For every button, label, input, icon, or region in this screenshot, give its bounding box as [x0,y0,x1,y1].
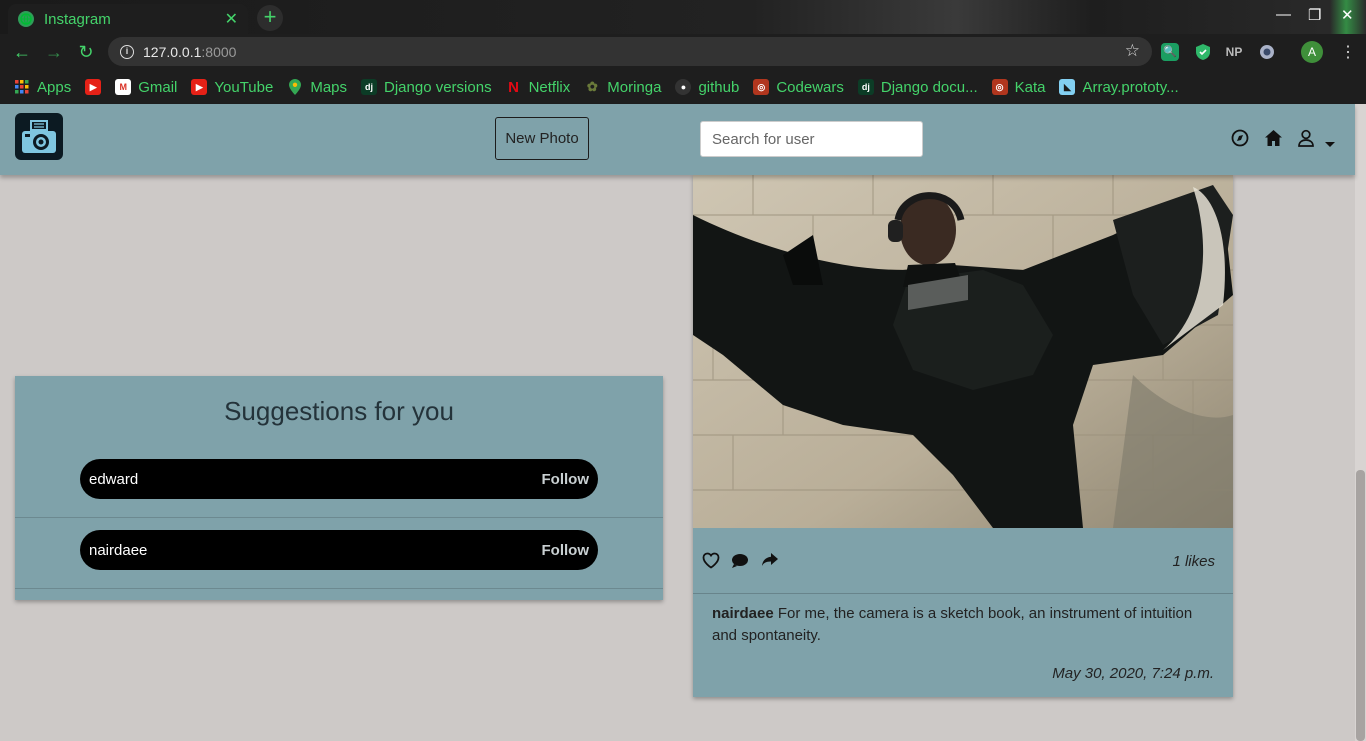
circle-extension-icon[interactable] [1258,43,1276,61]
caption-text: For me, the camera is a sketch book, an … [712,605,1193,644]
minimize-icon[interactable]: — [1276,6,1291,23]
suggested-username[interactable]: edward [89,471,138,488]
post-date: May 30, 2020, 7:24 p.m. [1052,665,1214,682]
bookmark-label: Kata [1014,78,1046,96]
apps-grid-icon [14,79,30,95]
youtube-icon: ▶ [85,79,102,95]
suggestion-row: edward Follow [15,447,663,518]
bookmark-apps[interactable]: Apps [14,79,71,96]
post-caption: nairdaee For me, the camera is a sketch … [712,603,1217,647]
post-author[interactable]: nairdaee [712,605,774,622]
profile-avatar[interactable]: A [1301,41,1323,63]
bookmark-label: Moringa [607,78,662,96]
url-host: 127.0.0.1 [143,43,202,60]
close-tab-icon[interactable]: ✕ [225,9,238,29]
suggestion-row: nairdaee Follow [15,518,663,589]
post-actions-bar: 1 likes [693,528,1233,594]
suggestions-card: Suggestions for you edward Follow nairda… [15,376,663,600]
bookmark-label: Maps [310,78,348,96]
tab-title: Instagram [44,10,111,28]
bookmark-codewars[interactable]: ◎ Codewars [753,79,844,96]
suggestion-pill: nairdaee Follow [80,530,598,570]
site-info-icon[interactable]: i [120,44,134,59]
search-input[interactable] [700,121,923,157]
bookmark-github[interactable]: ● github [675,79,739,96]
heart-icon[interactable] [702,552,720,570]
mdn-icon: ◣ [1059,79,1076,95]
reload-icon[interactable]: ↻ [74,40,98,64]
chevron-down-icon[interactable] [1325,135,1345,155]
grammarly-extension-icon[interactable]: 🔍 [1161,43,1179,61]
bookmark-label: Django docu... [880,78,978,96]
suggested-username[interactable]: nairdaee [89,542,147,559]
bookmark-label: Gmail [138,78,178,96]
suggestions-title: Suggestions for you [224,396,454,426]
bookmark-gmail[interactable]: M Gmail [115,79,177,96]
codewars-icon: ◎ [753,79,770,95]
url-text: 127.0.0.1:8000 [143,44,236,60]
scrollbar-thumb[interactable] [1356,470,1365,741]
shield-extension-icon[interactable] [1194,43,1212,61]
bookmark-label: Apps [37,78,72,96]
bookmark-label: YouTube [214,78,274,96]
bookmark-array-prototype[interactable]: ◣ Array.prototy... [1059,78,1179,96]
django-icon: dj [361,79,378,95]
post-card: 1 likes nairdaee For me, the camera is a… [693,175,1233,697]
moringa-icon: ✿ [586,79,598,94]
github-icon: ● [675,79,692,95]
follow-button[interactable]: Follow [542,542,590,559]
bookmark-youtube[interactable]: ▶ YouTube [191,79,273,96]
follow-button[interactable]: Follow [542,471,590,488]
bookmark-label: Django versions [384,78,492,96]
bookmark-youtube-shortcut[interactable]: ▶ [85,79,102,95]
back-arrow-icon[interactable]: ← [10,40,34,64]
bookmark-django-docs[interactable]: dj Django docu... [857,78,978,96]
browser-toolbar: ← → ↻ i 127.0.0.1:8000 ☆ 🔍 NP A ⋮ [0,34,1366,70]
bookmark-django-versions[interactable]: dj Django versions [361,79,492,96]
post-photo[interactable] [693,175,1233,528]
new-photo-button[interactable]: New Photo [495,117,589,160]
likes-count: 1 likes [1172,553,1215,570]
suggestion-pill: edward Follow [80,459,598,499]
maps-icon [287,79,303,95]
forward-arrow-icon[interactable]: → [42,40,66,64]
netflix-icon: N [508,78,519,96]
url-port: :8000 [201,43,237,60]
bookmark-star-icon[interactable]: ☆ [1125,41,1140,61]
comment-icon[interactable] [731,552,749,570]
django-icon: dj [857,79,874,95]
bookmark-netflix[interactable]: N Netflix [506,78,571,96]
browser-tab-strip: Instagram ✕ + — ❐ ✕ [0,0,1366,104]
maximize-icon[interactable]: ❐ [1308,6,1321,24]
menu-kebab-icon[interactable]: ⋮ [1340,42,1356,62]
address-bar[interactable]: i 127.0.0.1:8000 ☆ [108,37,1152,66]
bookmark-label: Array.prototy... [1082,78,1179,96]
compass-icon[interactable] [1231,129,1251,149]
bookmarks-bar: Apps ▶ M Gmail ▶ YouTube Maps dj Django … [0,70,1366,104]
camera-logo-icon[interactable] [15,113,63,160]
share-icon[interactable] [761,552,779,570]
user-icon[interactable] [1297,129,1317,149]
codewars-icon: ◎ [991,79,1008,95]
bookmark-label: Netflix [528,78,571,96]
youtube-icon: ▶ [191,79,208,95]
globe-icon [18,11,34,27]
bookmark-label: github [698,78,740,96]
bookmark-maps[interactable]: Maps [287,79,347,96]
gmail-icon: M [115,79,132,95]
new-tab-button[interactable]: + [257,5,283,31]
window-close-icon[interactable]: ✕ [1341,6,1354,24]
np-extension-icon[interactable]: NP [1225,43,1243,61]
bookmark-label: Codewars [776,78,844,96]
home-icon[interactable] [1264,129,1284,149]
bookmark-moringa[interactable]: ✿ Moringa [584,78,662,96]
browser-tab-instagram[interactable]: Instagram ✕ [8,4,248,34]
bookmark-kata[interactable]: ◎ Kata [991,78,1046,96]
site-navbar: New Photo [0,104,1355,175]
